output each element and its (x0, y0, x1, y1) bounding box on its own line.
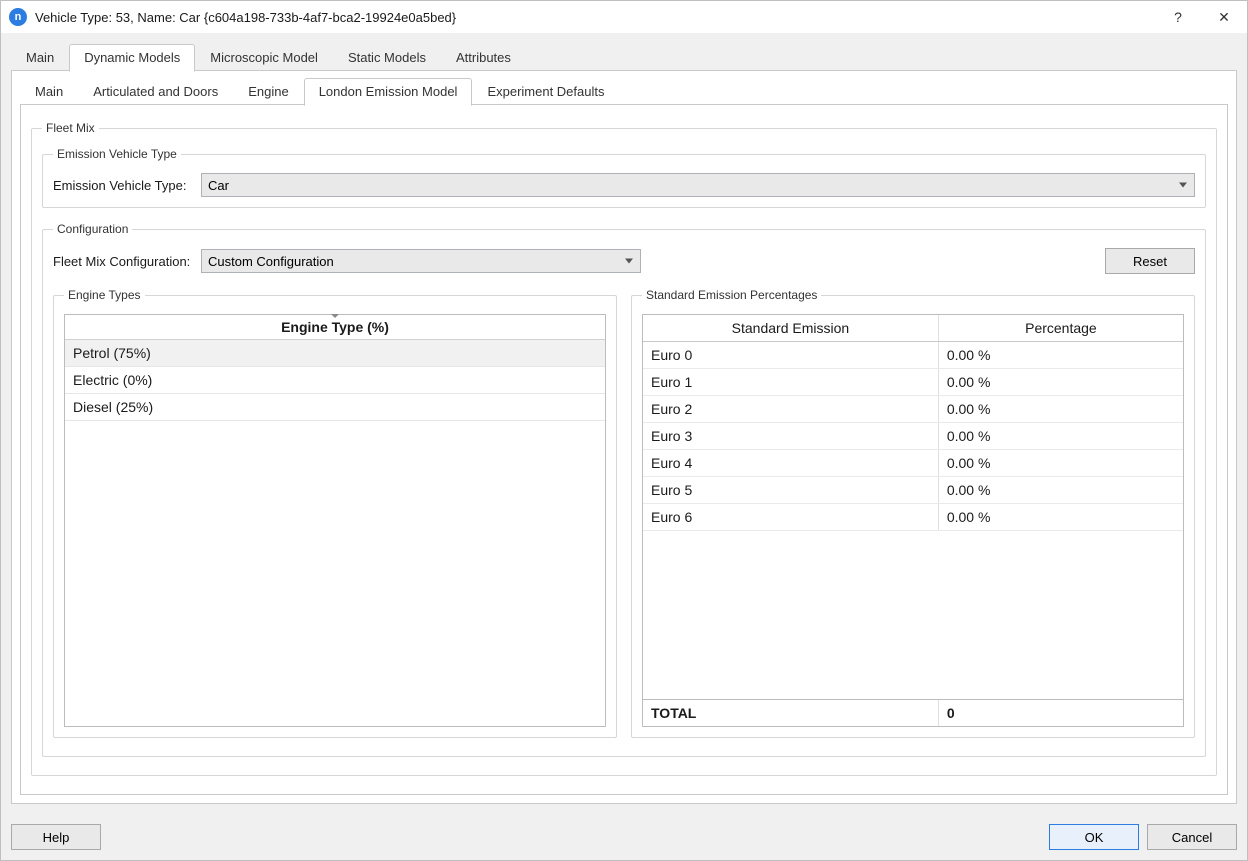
emission-row-percentage: 0.00 % (939, 504, 1183, 530)
engine-types-legend: Engine Types (64, 288, 145, 302)
configuration-group: Configuration Fleet Mix Configuration: C… (42, 222, 1206, 757)
engine-type-row[interactable]: Petrol (75%) (65, 340, 605, 367)
main-tabstrip: MainDynamic ModelsMicroscopic ModelStati… (11, 43, 1237, 71)
emission-row-percentage: 0.00 % (939, 342, 1183, 368)
engine-type-row[interactable]: Diesel (25%) (65, 394, 605, 421)
main-tab-main[interactable]: Main (11, 44, 69, 71)
titlebar: n Vehicle Type: 53, Name: Car {c604a198-… (1, 1, 1247, 33)
main-tab-static-models[interactable]: Static Models (333, 44, 441, 71)
emission-row-standard: Euro 6 (643, 504, 939, 530)
emission-vehicle-type-legend: Emission Vehicle Type (53, 147, 181, 161)
emission-vehicle-type-select[interactable]: Car (201, 173, 1195, 197)
fleet-mix-group: Fleet Mix Emission Vehicle Type Emission… (31, 121, 1217, 776)
engine-types-header[interactable]: Engine Type (%) (65, 315, 605, 340)
configuration-legend: Configuration (53, 222, 132, 236)
emission-row[interactable]: Euro 20.00 % (643, 396, 1183, 423)
emission-row-percentage: 0.00 % (939, 477, 1183, 503)
emission-row-standard: Euro 3 (643, 423, 939, 449)
main-tab-dynamic-models[interactable]: Dynamic Models (69, 44, 195, 72)
emission-row-standard: Euro 1 (643, 369, 939, 395)
fleet-mix-legend: Fleet Mix (42, 121, 99, 135)
cancel-button[interactable]: Cancel (1147, 824, 1237, 850)
emission-row-percentage: 0.00 % (939, 450, 1183, 476)
fleet-mix-config-select[interactable]: Custom Configuration (201, 249, 641, 273)
standard-emission-group: Standard Emission Percentages Standard E… (631, 288, 1195, 738)
emission-row[interactable]: Euro 00.00 % (643, 342, 1183, 369)
fleet-mix-config-label: Fleet Mix Configuration: (53, 254, 193, 269)
emission-row[interactable]: Euro 60.00 % (643, 504, 1183, 531)
dialog-window: n Vehicle Type: 53, Name: Car {c604a198-… (0, 0, 1248, 861)
main-tab-attributes[interactable]: Attributes (441, 44, 526, 71)
dialog-footer: Help OK Cancel (1, 814, 1247, 860)
emission-row[interactable]: Euro 50.00 % (643, 477, 1183, 504)
emission-row-percentage: 0.00 % (939, 396, 1183, 422)
sub-tab-london-emission-model[interactable]: London Emission Model (304, 78, 473, 106)
emission-total-label: TOTAL (643, 700, 939, 726)
sub-tab-articulated-and-doors[interactable]: Articulated and Doors (78, 78, 233, 105)
col-percentage[interactable]: Percentage (939, 315, 1183, 341)
emission-row-percentage: 0.00 % (939, 369, 1183, 395)
emission-row-standard: Euro 0 (643, 342, 939, 368)
emission-vehicle-type-label: Emission Vehicle Type: (53, 178, 193, 193)
close-button[interactable]: ✕ (1201, 1, 1247, 33)
emission-row-percentage: 0.00 % (939, 423, 1183, 449)
emission-row[interactable]: Euro 40.00 % (643, 450, 1183, 477)
engine-types-group: Engine Types Engine Type (%) Petrol (75%… (53, 288, 617, 738)
ok-button[interactable]: OK (1049, 824, 1139, 850)
engine-types-list: Engine Type (%) Petrol (75%)Electric (0%… (64, 314, 606, 727)
sub-tab-panel: Fleet Mix Emission Vehicle Type Emission… (20, 105, 1228, 795)
reset-button[interactable]: Reset (1105, 248, 1195, 274)
emission-row-standard: Euro 5 (643, 477, 939, 503)
main-tab-microscopic-model[interactable]: Microscopic Model (195, 44, 333, 71)
emission-total-value: 0 (939, 700, 1183, 726)
sub-tab-experiment-defaults[interactable]: Experiment Defaults (472, 78, 619, 105)
emission-row-standard: Euro 2 (643, 396, 939, 422)
sub-tab-engine[interactable]: Engine (233, 78, 303, 105)
dialog-body: MainDynamic ModelsMicroscopic ModelStati… (1, 33, 1247, 814)
emission-row[interactable]: Euro 10.00 % (643, 369, 1183, 396)
emission-vehicle-type-group: Emission Vehicle Type Emission Vehicle T… (42, 147, 1206, 208)
emission-row[interactable]: Euro 30.00 % (643, 423, 1183, 450)
help-button[interactable]: ? (1155, 1, 1201, 33)
sub-tabstrip: MainArticulated and DoorsEngineLondon Em… (20, 79, 1228, 105)
help-footer-button[interactable]: Help (11, 824, 101, 850)
window-title: Vehicle Type: 53, Name: Car {c604a198-73… (35, 10, 1155, 25)
engine-type-row[interactable]: Electric (0%) (65, 367, 605, 394)
app-icon: n (9, 8, 27, 26)
main-tab-panel: MainArticulated and DoorsEngineLondon Em… (11, 71, 1237, 804)
standard-emission-legend: Standard Emission Percentages (642, 288, 821, 302)
col-standard-emission[interactable]: Standard Emission (643, 315, 939, 341)
sub-tab-main[interactable]: Main (20, 78, 78, 105)
emission-row-standard: Euro 4 (643, 450, 939, 476)
standard-emission-table: Standard Emission Percentage Euro 00.00 … (642, 314, 1184, 727)
